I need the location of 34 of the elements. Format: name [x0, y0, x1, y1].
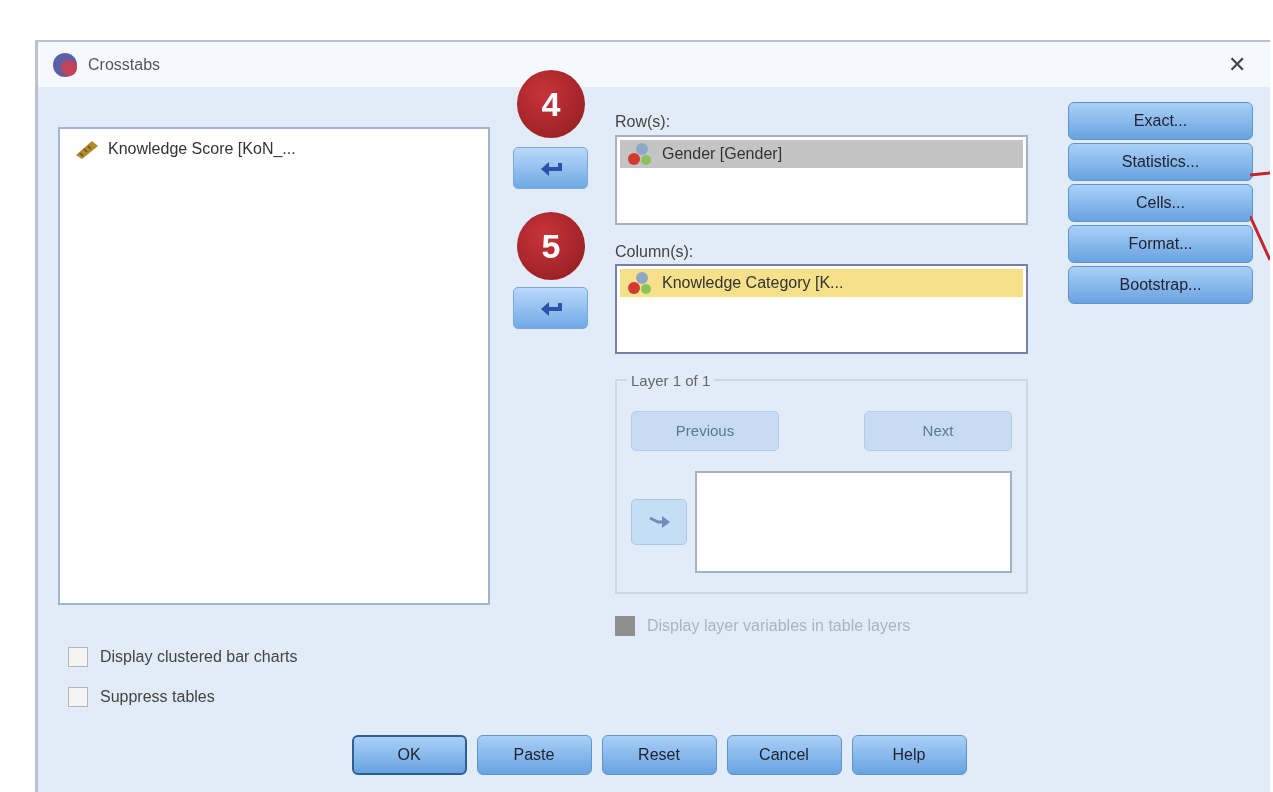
dialog-button[interactable]: Help: [851, 735, 967, 775]
checkbox[interactable]: [68, 647, 88, 667]
dialog-button[interactable]: Exact...: [1068, 102, 1253, 140]
checkbox-label: Display clustered bar charts: [100, 647, 298, 667]
variable-item[interactable]: Knowledge Score [KoN_...: [68, 135, 480, 163]
variable-item[interactable]: Gender [Gender]: [620, 139, 1023, 168]
variable-item[interactable]: Knowledge Category [K...: [620, 269, 1023, 297]
layer-variable-list[interactable]: [695, 471, 1012, 573]
dialog-button[interactable]: OK: [351, 735, 467, 775]
annotation-line: [1250, 214, 1270, 262]
dialog-button[interactable]: Cells...: [1068, 184, 1253, 222]
three-balls-icon: [626, 141, 654, 166]
target-variable-list[interactable]: Gender [Gender]: [615, 134, 1028, 225]
move-to-rows-button[interactable]: [513, 147, 588, 189]
window-title: Crosstabs: [88, 54, 161, 75]
checkbox-label: Suppress tables: [100, 687, 215, 707]
close-button[interactable]: ✕: [1218, 48, 1256, 81]
dialog-button[interactable]: Paste: [476, 735, 592, 775]
dialog-button[interactable]: Bootstrap...: [1068, 266, 1253, 304]
dialog-button[interactable]: Cancel: [726, 735, 842, 775]
checkbox-label: Display layer variables in table layers: [647, 616, 911, 636]
move-to-columns-button[interactable]: [513, 287, 588, 329]
three-balls-icon: [626, 271, 654, 295]
checkbox[interactable]: [68, 687, 88, 707]
dialog-button[interactable]: Reset: [601, 735, 717, 775]
app-icon: [52, 51, 78, 78]
list-label: Column(s):: [615, 241, 694, 262]
dialog-button[interactable]: Format...: [1068, 225, 1253, 263]
dialog-button[interactable]: Statistics...: [1068, 143, 1253, 181]
source-variable-list[interactable]: Knowledge Score [KoN_...: [58, 127, 490, 605]
step-number-badge: 5: [517, 212, 585, 280]
target-variable-list[interactable]: Knowledge Category [K...: [615, 264, 1028, 354]
step-number-badge: 4: [517, 70, 585, 138]
list-label: Row(s):: [615, 112, 671, 132]
